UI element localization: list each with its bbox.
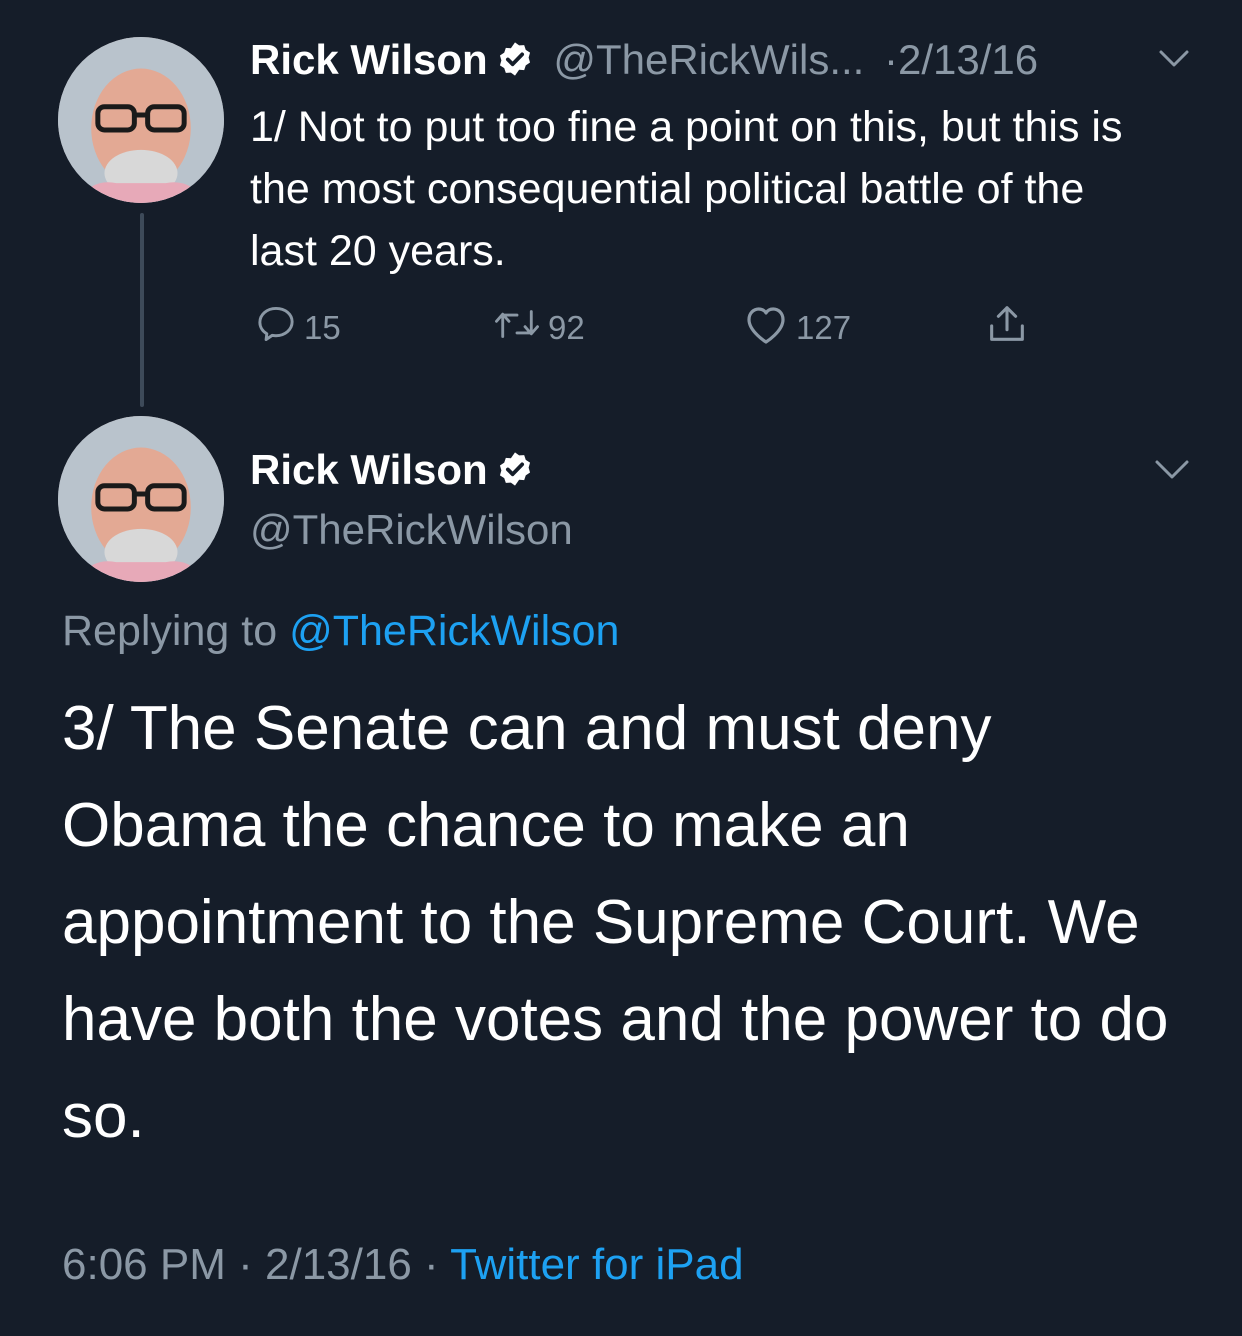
meta-separator: · — [238, 1240, 253, 1289]
retweet-count: 92 — [548, 309, 585, 346]
thread-connector — [140, 213, 144, 407]
verified-badge-icon — [496, 40, 534, 88]
reply-icon — [254, 302, 298, 354]
tweet-text: 1/ Not to put too fine a point on this, … — [250, 103, 1123, 275]
date-separator: · — [884, 36, 898, 83]
like-button[interactable]: 127 — [742, 306, 851, 350]
reply-button[interactable]: 15 — [254, 306, 341, 350]
tweet-date: 2/13/16 — [265, 1240, 412, 1289]
share-button[interactable] — [984, 306, 1030, 350]
chevron-down-icon[interactable] — [1154, 458, 1190, 487]
share-icon — [984, 301, 1030, 355]
reply-count: 15 — [304, 309, 341, 346]
author-handle[interactable]: @TheRickWilson — [250, 506, 573, 554]
meta-separator: · — [424, 1240, 439, 1289]
author-handle[interactable]: @TheRickWils... — [553, 36, 864, 83]
tweet-time: 6:06 PM — [62, 1240, 226, 1289]
verified-badge-icon — [496, 450, 534, 498]
tweet-meta: 6:06 PM · 2/13/16 · Twitter for iPad — [62, 1240, 744, 1290]
author-name[interactable]: Rick Wilson — [250, 36, 488, 83]
avatar-photo — [58, 37, 224, 203]
tweet2-header: Rick Wilson — [250, 446, 534, 498]
avatar[interactable] — [58, 37, 224, 203]
chevron-down-icon[interactable] — [1158, 48, 1190, 75]
retweet-icon — [492, 302, 542, 354]
replying-to-link[interactable]: @TheRickWilson — [289, 607, 619, 655]
replying-to-label: Replying to — [62, 607, 278, 655]
retweet-button[interactable]: 92 — [492, 306, 585, 350]
tweet-text: 3/ The Senate can and must deny Obama th… — [62, 694, 1169, 1151]
avatar[interactable] — [58, 416, 224, 582]
source-link[interactable]: Twitter for iPad — [450, 1240, 743, 1289]
tweet1-header: Rick Wilson @TheRickWils... ·2/13/16 — [250, 36, 1038, 88]
avatar-photo — [58, 416, 224, 582]
replying-to: Replying to @TheRickWilson — [62, 607, 619, 656]
heart-icon — [742, 302, 790, 354]
tweet-date[interactable]: 2/13/16 — [898, 36, 1038, 83]
like-count: 127 — [796, 309, 852, 346]
author-name[interactable]: Rick Wilson — [250, 446, 488, 493]
